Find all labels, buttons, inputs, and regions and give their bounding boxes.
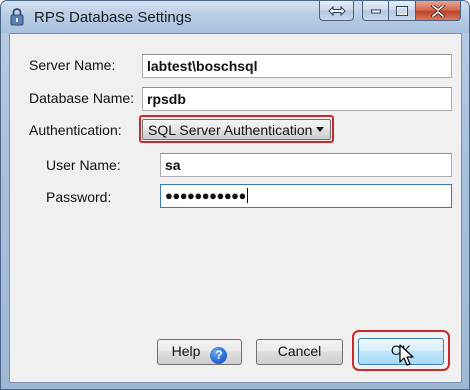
minimize-button[interactable] xyxy=(362,1,389,21)
restore-button[interactable] xyxy=(319,1,354,21)
cancel-button[interactable]: Cancel xyxy=(256,339,343,365)
help-button[interactable]: Help? xyxy=(157,339,242,365)
question-icon: ? xyxy=(210,347,228,364)
maximize-icon xyxy=(396,5,408,16)
restore-arrows-icon xyxy=(327,5,346,16)
password-field[interactable]: ●●●●●●●●●●● xyxy=(160,184,452,208)
dialog-window: RPS Database Settings Server Name: labte… xyxy=(0,0,470,390)
user-name-label: User Name: xyxy=(46,157,121,173)
minimize-icon xyxy=(370,9,381,13)
authentication-dropdown[interactable]: SQL Server Authentication xyxy=(142,119,331,140)
title-bar[interactable]: RPS Database Settings xyxy=(1,1,469,33)
lock-icon xyxy=(10,8,24,26)
authentication-label: Authentication: xyxy=(29,122,122,138)
server-name-label: Server Name: xyxy=(29,57,116,73)
help-button-label: Help xyxy=(171,343,201,359)
database-name-field[interactable]: rpsdb xyxy=(142,87,452,111)
database-name-label: Database Name: xyxy=(29,90,135,106)
password-value: ●●●●●●●●●●● xyxy=(165,188,246,203)
close-button[interactable] xyxy=(416,1,461,21)
text-caret xyxy=(246,188,248,203)
mouse-pointer-icon xyxy=(399,344,414,366)
dialog-content: Server Name: labtest\boschsql Database N… xyxy=(9,33,462,383)
password-label: Password: xyxy=(46,189,112,205)
window-title: RPS Database Settings xyxy=(34,9,192,26)
server-name-field[interactable]: labtest\boschsql xyxy=(142,54,452,78)
maximize-button[interactable] xyxy=(389,1,416,21)
authentication-value: SQL Server Authentication xyxy=(148,122,313,138)
close-icon xyxy=(431,4,445,17)
user-name-field[interactable]: sa xyxy=(160,153,452,177)
chevron-down-icon xyxy=(316,127,324,132)
caption-buttons xyxy=(319,1,461,23)
